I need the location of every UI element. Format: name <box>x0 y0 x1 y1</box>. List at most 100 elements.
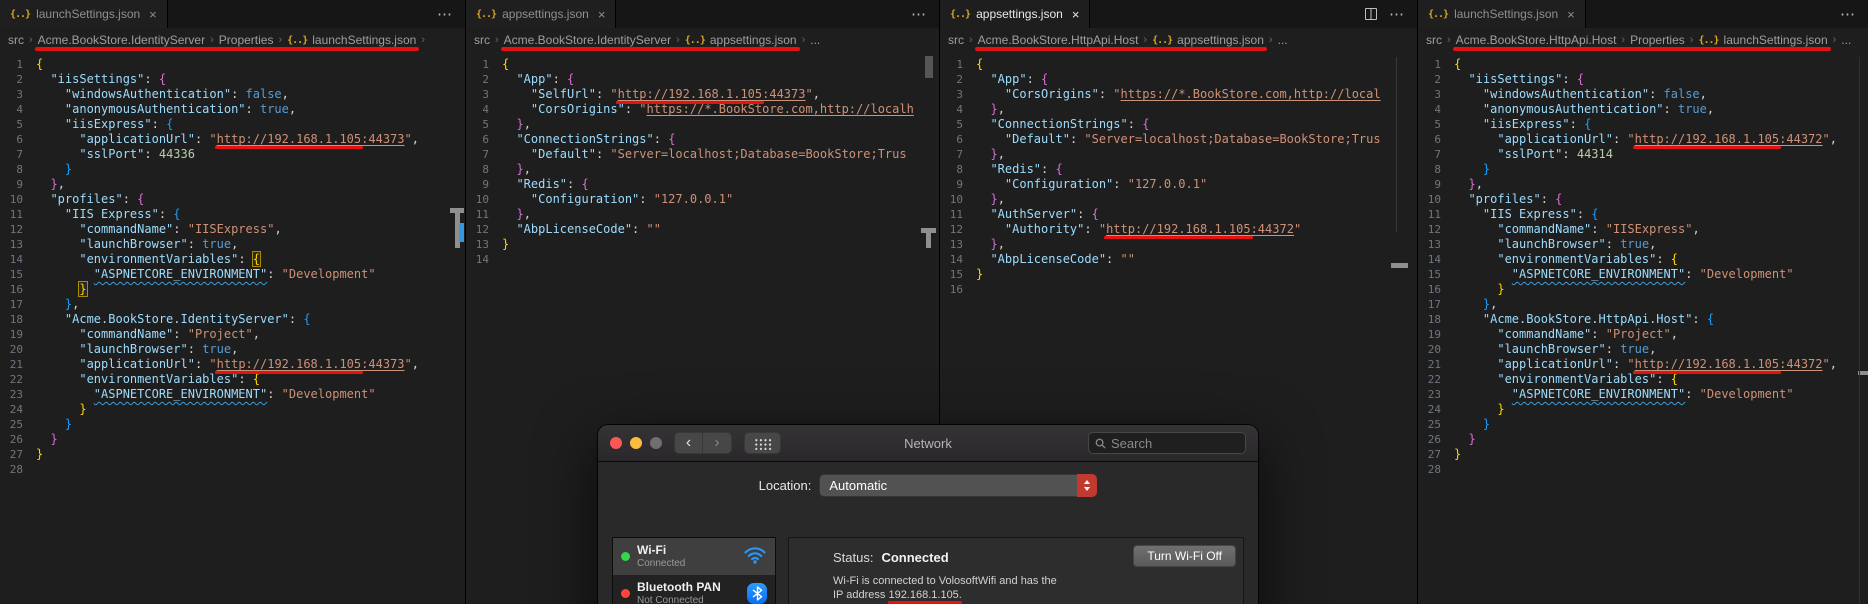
code-line: 14 "environmentVariables": { <box>0 251 465 267</box>
line-number: 9 <box>1434 178 1441 191</box>
search-placeholder: Search <box>1111 435 1153 451</box>
scrollbar-marker <box>1396 57 1397 232</box>
code-line: 16 <box>940 282 1417 297</box>
breadcrumb: src › Acme.BookStore.IdentityServer › {..} ap… <box>466 28 939 52</box>
breadcrumb-root[interactable]: src <box>948 33 964 47</box>
search-icon <box>1095 438 1106 449</box>
breadcrumb-more[interactable]: ... <box>1278 33 1288 47</box>
tab-launchSettings.json[interactable]: {..} launchSettings.json × <box>0 0 168 28</box>
code-line: 4 }, <box>940 102 1417 117</box>
zoom-button[interactable] <box>650 437 662 449</box>
line-number: 6 <box>482 133 489 146</box>
line-number: 4 <box>482 103 489 116</box>
status-dot <box>621 589 630 598</box>
json-file-icon: {..} <box>1428 8 1449 20</box>
code-line: 2 "iisSettings": { <box>0 72 465 87</box>
code-line: 26 } <box>1418 432 1868 447</box>
line-number: 12 <box>9 223 23 236</box>
line-number: 10 <box>1427 193 1441 206</box>
line-number: 16 <box>9 283 23 296</box>
code-line: 9 }, <box>1418 177 1868 192</box>
code-editor[interactable]: 1{2 "App": {3 "CorsOrigins": "https://*.… <box>940 57 1417 297</box>
line-number: 2 <box>956 73 963 86</box>
code-line: 14 "AbpLicenseCode": "" <box>940 252 1417 267</box>
code-line: 9 "Configuration": "127.0.0.1" <box>940 177 1417 192</box>
search-field[interactable]: Search <box>1088 432 1246 454</box>
tab-launchSettings.json[interactable]: {..} launchSettings.json × <box>1418 0 1586 28</box>
more-actions-icon[interactable]: ⋯ <box>437 5 453 23</box>
service-list: Wi-Fi Connected Bluetooth PAN Not Connecte… <box>612 537 776 604</box>
chevron-right-icon: › <box>1447 34 1451 46</box>
code-line: 5 "iisExpress": { <box>0 117 465 132</box>
code-line: 13 "launchBrowser": true, <box>1418 237 1868 252</box>
location-dropdown[interactable]: Automatic <box>819 474 1098 497</box>
minimize-button[interactable] <box>630 437 642 449</box>
json-file-icon: {..} <box>1152 34 1173 46</box>
close-button[interactable] <box>610 437 622 449</box>
breadcrumb-file[interactable]: launchSettings.json <box>312 33 416 47</box>
breadcrumb-folder[interactable]: Properties <box>219 33 274 47</box>
service-name: Bluetooth PAN <box>637 580 721 595</box>
more-actions-icon[interactable]: ⋯ <box>1389 5 1405 23</box>
more-actions-icon[interactable]: ⋯ <box>911 5 927 23</box>
more-actions-icon[interactable]: ⋯ <box>1840 5 1856 23</box>
line-number: 28 <box>1427 463 1441 476</box>
show-all-button[interactable] <box>744 432 781 454</box>
tab-appsettings.json[interactable]: {..} appsettings.json × <box>466 0 617 28</box>
close-icon[interactable]: × <box>598 7 606 22</box>
line-number: 2 <box>16 73 23 86</box>
network-titlebar[interactable]: Network ‹ › Search <box>598 425 1258 462</box>
service-row-Wi-Fi[interactable]: Wi-Fi Connected <box>613 538 775 575</box>
tab-appsettings.json[interactable]: {..} appsettings.json × <box>940 0 1091 28</box>
line-number: 16 <box>949 283 963 296</box>
breadcrumb-file[interactable]: appsettings.json <box>710 33 797 47</box>
code-line: 9 }, <box>0 177 465 192</box>
breadcrumb-folder[interactable]: Acme.BookStore.HttpApi.Host <box>1456 33 1617 47</box>
code-line: 16 } <box>0 281 465 297</box>
breadcrumb-folder[interactable]: Acme.BookStore.IdentityServer <box>504 33 671 47</box>
tab-bar: {..} appsettings.json × ⋯ <box>466 0 939 28</box>
breadcrumb: src › Acme.BookStore.IdentityServer › Proper… <box>0 28 465 52</box>
turn-wifi-off-button[interactable]: Turn Wi-Fi Off <box>1133 545 1236 567</box>
split-editor-icon[interactable] <box>1365 8 1377 20</box>
line-number: 13 <box>475 238 489 251</box>
breadcrumb-file[interactable]: appsettings.json <box>1177 33 1264 47</box>
code-line: 24 } <box>1418 402 1868 417</box>
code-line: 16 } <box>1418 282 1868 297</box>
breadcrumb-more[interactable]: ... <box>810 33 820 47</box>
breadcrumb-root[interactable]: src <box>8 33 24 47</box>
grid-icon <box>753 436 772 450</box>
breadcrumb-more[interactable]: ... <box>1841 33 1851 47</box>
breadcrumb-file[interactable]: launchSettings.json <box>1724 33 1828 47</box>
code-line: 7 "Default": "Server=localhost;Database=… <box>466 147 939 162</box>
close-icon[interactable]: × <box>1567 7 1575 22</box>
description-line2: IP address 192.168.1.105. <box>833 589 962 601</box>
code-line: 23 "ASPNETCORE_ENVIRONMENT": "Developmen… <box>0 387 465 402</box>
code-line: 13} <box>466 237 939 252</box>
code-editor[interactable]: 1{2 "iisSettings": {3 "windowsAuthentica… <box>0 57 465 477</box>
line-number: 21 <box>1427 358 1441 371</box>
breadcrumb-root[interactable]: src <box>1426 33 1442 47</box>
code-line: 28 <box>0 462 465 477</box>
line-number: 15 <box>9 268 23 281</box>
forward-button[interactable]: › <box>703 432 732 454</box>
breadcrumb-folder[interactable]: Acme.BookStore.HttpApi.Host <box>978 33 1139 47</box>
code-editor[interactable]: 1{2 "App": {3 "SelfUrl": "http://192.168… <box>466 57 939 267</box>
breadcrumb-root[interactable]: src <box>474 33 490 47</box>
close-icon[interactable]: × <box>1072 7 1080 22</box>
line-number: 14 <box>475 253 489 266</box>
code-line: 3 "windowsAuthentication": false, <box>0 87 465 102</box>
line-number: 13 <box>949 238 963 251</box>
breadcrumb-folder[interactable]: Acme.BookStore.IdentityServer <box>38 33 205 47</box>
code-line: 10 "profiles": { <box>0 192 465 207</box>
code-line: 14 <box>466 252 939 267</box>
line-number: 22 <box>1427 373 1441 386</box>
back-button[interactable]: ‹ <box>674 432 703 454</box>
code-line: 5 "iisExpress": { <box>1418 117 1868 132</box>
code-line: 22 "environmentVariables": { <box>0 372 465 387</box>
line-number: 15 <box>1427 268 1441 281</box>
breadcrumb-folder[interactable]: Properties <box>1630 33 1685 47</box>
code-editor[interactable]: 1{2 "iisSettings": {3 "windowsAuthentica… <box>1418 57 1868 477</box>
close-icon[interactable]: × <box>149 7 157 22</box>
service-row-Bluetooth PAN[interactable]: Bluetooth PAN Not Connected <box>613 575 775 604</box>
